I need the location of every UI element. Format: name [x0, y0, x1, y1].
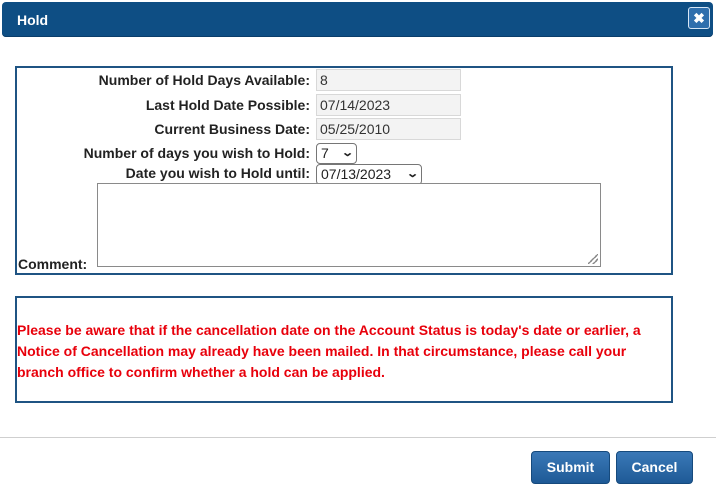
comment-textarea[interactable] — [97, 183, 601, 267]
close-button[interactable]: ✖ — [688, 7, 710, 29]
cancel-button[interactable]: Cancel — [616, 451, 693, 484]
current-business-date-label: Current Business Date: — [154, 121, 310, 137]
days-to-hold-select[interactable]: 7 ⌄ — [316, 143, 357, 164]
last-hold-date-field: 07/14/2023 — [316, 94, 461, 116]
hold-days-available-label: Number of Hold Days Available: — [98, 72, 310, 88]
hold-until-select[interactable]: 07/13/2023 ⌄ — [316, 164, 422, 185]
chevron-down-icon: ⌄ — [340, 147, 354, 159]
resize-grip-icon[interactable] — [588, 254, 598, 264]
warning-panel: Please be aware that if the cancellation… — [15, 296, 673, 403]
footer-divider — [0, 437, 716, 438]
comment-label: Comment: — [18, 256, 88, 272]
hold-until-value: 07/13/2023 — [321, 166, 392, 182]
close-icon: ✖ — [693, 10, 705, 26]
hold-days-available-field: 8 — [316, 69, 461, 91]
hold-until-label: Date you wish to Hold until: — [125, 165, 310, 181]
dialog-titlebar: Hold ✖ — [2, 2, 713, 37]
days-to-hold-value: 7 — [321, 145, 329, 161]
warning-message: Please be aware that if the cancellation… — [17, 322, 641, 380]
submit-button[interactable]: Submit — [531, 451, 610, 484]
last-hold-date-label: Last Hold Date Possible: — [145, 97, 310, 113]
chevron-down-icon: ⌄ — [405, 168, 419, 180]
hold-form-panel: Number of Hold Days Available: 8 Last Ho… — [15, 66, 673, 275]
current-business-date-field: 05/25/2010 — [316, 118, 461, 140]
days-to-hold-label: Number of days you wish to Hold: — [83, 145, 310, 161]
dialog-title: Hold — [17, 12, 49, 28]
